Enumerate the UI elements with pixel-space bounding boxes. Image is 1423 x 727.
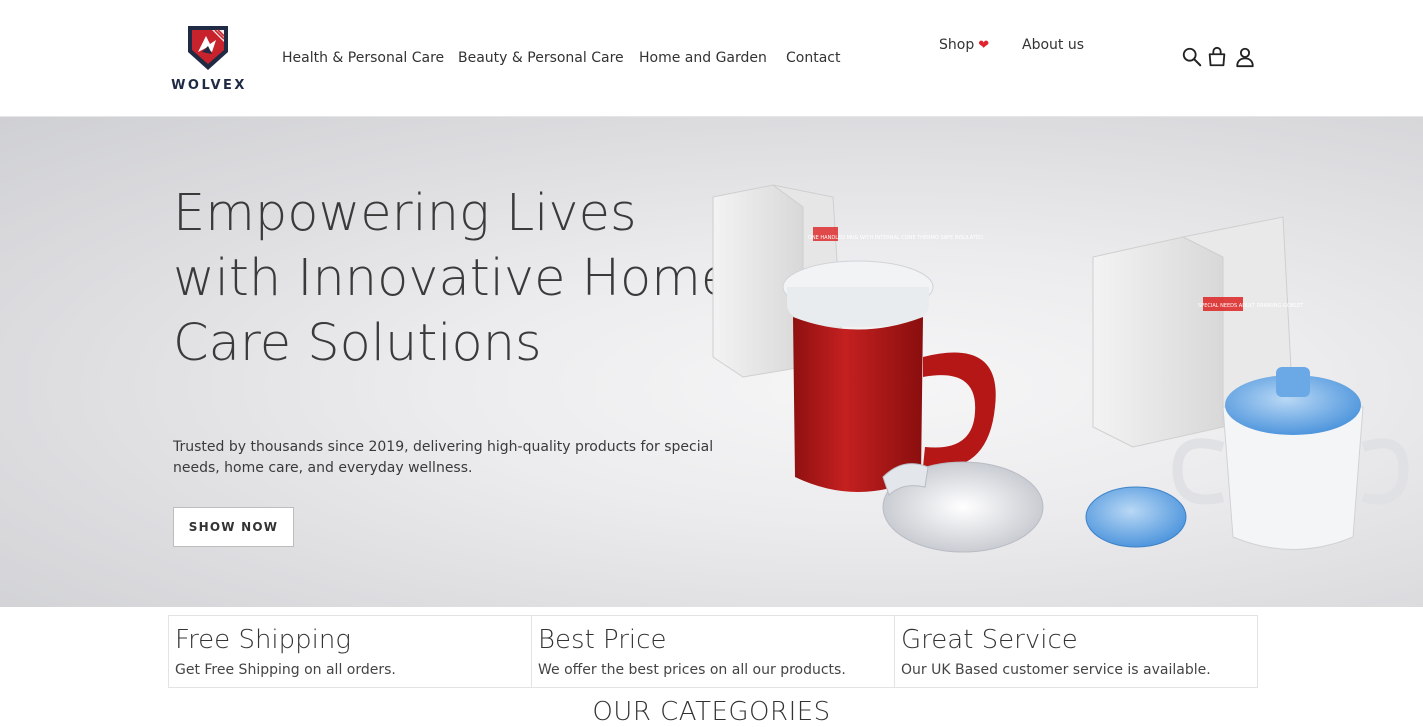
- feature-text: We offer the best prices on all our prod…: [538, 662, 846, 678]
- nav-shop-label: Shop: [939, 37, 975, 53]
- mug-box-label: ONE HANDLED MUG WITH INTERNAL CONE THERM…: [808, 235, 983, 241]
- feature-text: Get Free Shipping on all orders.: [175, 662, 396, 678]
- wolf-shield-icon: [188, 26, 228, 70]
- wolvex-logo[interactable]: WOLVEX: [168, 22, 250, 94]
- nav-health-personal-care[interactable]: Health & Personal Care: [282, 50, 444, 66]
- feature-title: Best Price: [538, 625, 667, 655]
- nav-beauty-personal-care[interactable]: Beauty & Personal Care: [458, 50, 624, 66]
- show-now-button[interactable]: SHOW NOW: [173, 507, 294, 547]
- feature-best-price: Best Price We offer the best prices on a…: [532, 616, 895, 687]
- feature-great-service: Great Service Our UK Based customer serv…: [895, 616, 1257, 687]
- brand-name: WOLVEX: [171, 78, 247, 93]
- hero-product-image: ONE HANDLED MUG WITH INTERNAL CONE THERM…: [712, 184, 1409, 553]
- nav-about-us[interactable]: About us: [1022, 37, 1084, 53]
- hero-banner: Empowering Lives with Innovative Home Ca…: [0, 117, 1423, 607]
- feature-title: Great Service: [901, 625, 1078, 655]
- nav-contact[interactable]: Contact: [786, 50, 840, 66]
- user-icon[interactable]: [1234, 46, 1258, 70]
- feature-title: Free Shipping: [175, 625, 351, 655]
- feature-free-shipping: Free Shipping Get Free Shipping on all o…: [169, 616, 532, 687]
- nav-home-and-garden[interactable]: Home and Garden: [639, 50, 767, 66]
- bag-icon[interactable]: [1206, 46, 1230, 70]
- categories-heading: OUR CATEGORIES: [592, 697, 831, 727]
- features-bar: Free Shipping Get Free Shipping on all o…: [168, 615, 1258, 688]
- nav-shop[interactable]: Shop ❤: [939, 37, 989, 53]
- site-header: WOLVEX Health & Personal Care Beauty & P…: [0, 0, 1423, 117]
- hero-text: Trusted by thousands since 2019, deliver…: [173, 439, 714, 476]
- hero-title: Empowering Lives with Innovative Home Ca…: [173, 184, 733, 373]
- heart-icon: ❤: [978, 38, 990, 53]
- search-icon[interactable]: [1181, 46, 1205, 70]
- feature-text: Our UK Based customer service is availab…: [901, 662, 1211, 678]
- goblet-box-label: SPECIAL NEEDS ADULT DRINKING GOBLET: [1198, 303, 1304, 309]
